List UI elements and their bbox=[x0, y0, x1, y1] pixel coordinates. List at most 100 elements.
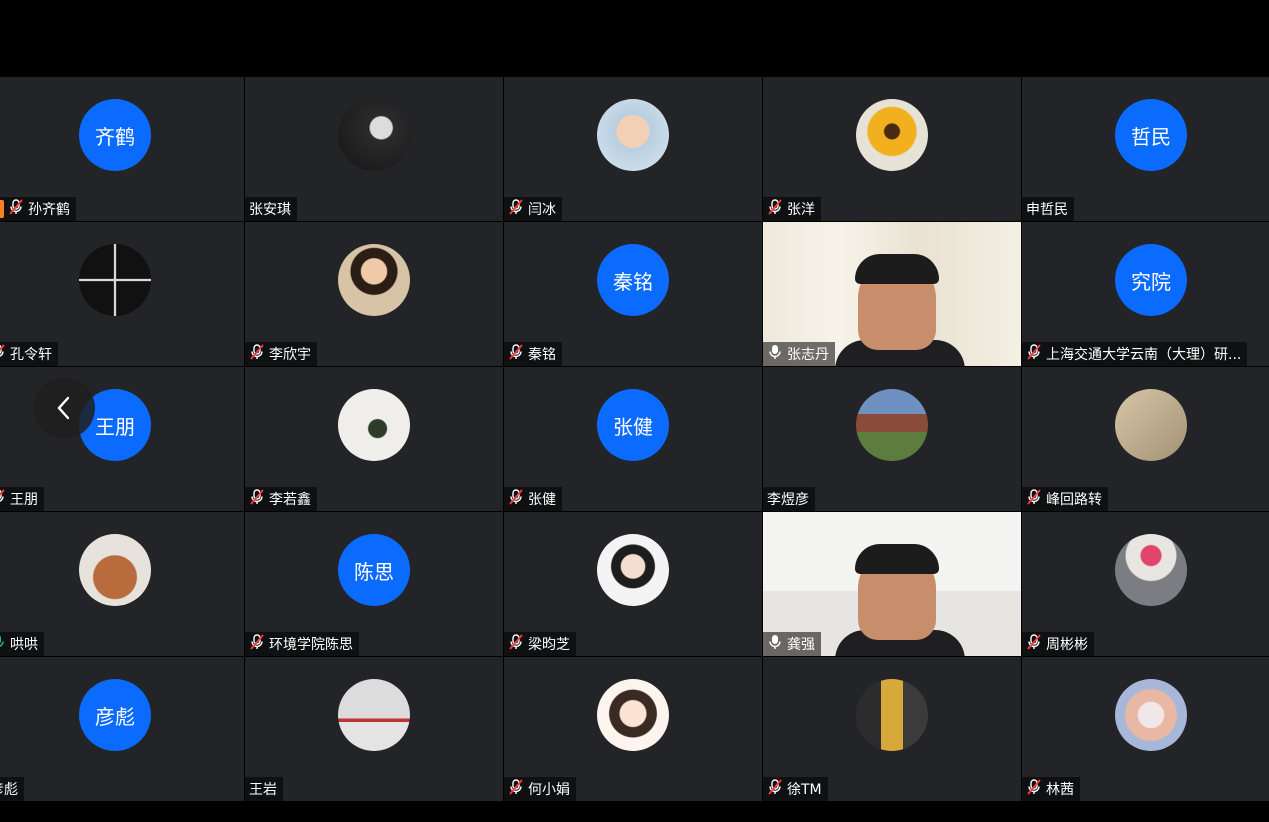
participant-tile[interactable]: 张安琪 bbox=[245, 77, 503, 221]
bottom-bar bbox=[0, 804, 1269, 822]
mic-muted-icon bbox=[1026, 779, 1042, 799]
participant-tile[interactable]: 哄哄 bbox=[0, 512, 244, 656]
name-label-bar: 哄哄 bbox=[0, 632, 44, 656]
name-label-bar: 徐TM bbox=[763, 777, 828, 801]
participant-name: 哄哄 bbox=[10, 637, 38, 653]
participant-tile[interactable]: 李欣宇 bbox=[245, 222, 503, 366]
participant-tile[interactable]: 齐鹤孙齐鹤 bbox=[0, 77, 244, 221]
avatar-photo bbox=[79, 244, 151, 316]
mic-muted-icon bbox=[249, 634, 265, 654]
back-button[interactable] bbox=[33, 377, 95, 439]
participant-tile[interactable]: 王朋 王朋 bbox=[0, 367, 244, 511]
name-label-bar: 峰回路转 bbox=[1022, 487, 1108, 511]
participant-tile[interactable]: 李煜彦 bbox=[763, 367, 1021, 511]
participant-name: 张安琪 bbox=[249, 202, 291, 218]
avatar-photo bbox=[338, 389, 410, 461]
name-label-bar: 孙齐鹤 bbox=[0, 197, 76, 221]
avatar: 陈思 bbox=[338, 534, 410, 606]
participant-tile[interactable]: 哲民 申哲民 bbox=[1022, 77, 1269, 221]
name-label-bar: 彦彪 bbox=[0, 777, 24, 801]
avatar-photo bbox=[597, 534, 669, 606]
avatar: 秦铭 bbox=[597, 244, 669, 316]
chevron-left-icon bbox=[57, 396, 70, 420]
mic-icon bbox=[0, 634, 6, 654]
participant-name: 李欣宇 bbox=[269, 347, 311, 363]
participant-tile[interactable]: 峰回路转 bbox=[1022, 367, 1269, 511]
participant-tile[interactable]: 张健 张健 bbox=[504, 367, 762, 511]
participant-name: 张洋 bbox=[787, 202, 815, 218]
participant-name: 李若鑫 bbox=[269, 492, 311, 508]
name-label-bar: 闫冰 bbox=[504, 197, 562, 221]
avatar-photo bbox=[1115, 534, 1187, 606]
participant-name: 徐TM bbox=[787, 782, 822, 798]
name-label-bar: 孔令轩 bbox=[0, 342, 58, 366]
participant-name: 梁昀芝 bbox=[528, 637, 570, 653]
mic-muted-icon bbox=[767, 199, 783, 219]
mic-muted-icon bbox=[767, 779, 783, 799]
participant-tile[interactable]: 张志丹 bbox=[763, 222, 1021, 366]
participant-name: 张健 bbox=[528, 492, 556, 508]
participant-tile[interactable]: 林茜 bbox=[1022, 657, 1269, 801]
avatar-photo bbox=[338, 244, 410, 316]
name-label-bar: 张洋 bbox=[763, 197, 821, 221]
participant-tile[interactable]: 王岩 bbox=[245, 657, 503, 801]
mic-muted-icon bbox=[1026, 344, 1042, 364]
participant-tile[interactable]: 闫冰 bbox=[504, 77, 762, 221]
avatar-photo bbox=[1115, 389, 1187, 461]
name-label-bar: 李煜彦 bbox=[763, 487, 815, 511]
participant-tile[interactable]: 周彬彬 bbox=[1022, 512, 1269, 656]
participant-name: 秦铭 bbox=[528, 347, 556, 363]
participant-tile[interactable]: 张洋 bbox=[763, 77, 1021, 221]
avatar: 张健 bbox=[597, 389, 669, 461]
mic-icon bbox=[767, 634, 783, 654]
name-label-bar: 王朋 bbox=[0, 487, 44, 511]
participant-tile[interactable]: 究院上海交通大学云南（大理）研... bbox=[1022, 222, 1269, 366]
participant-tile[interactable]: 何小娟 bbox=[504, 657, 762, 801]
participant-name: 何小娟 bbox=[528, 782, 570, 798]
mic-muted-icon bbox=[8, 199, 24, 219]
participant-tile[interactable]: 陈思环境学院陈思 bbox=[245, 512, 503, 656]
participant-tile[interactable]: 李若鑫 bbox=[245, 367, 503, 511]
mic-muted-icon bbox=[0, 489, 6, 509]
avatar-photo bbox=[597, 679, 669, 751]
name-label-bar: 李欣宇 bbox=[245, 342, 317, 366]
participant-grid: 齐鹤 孙齐鹤 张安琪 闫冰 张洋 哲民 申哲民 孔令轩 李欣宇 秦铭 秦铭 张志丹 究院 上海交通大学云南… bbox=[0, 77, 1269, 804]
participant-tile[interactable]: 徐TM bbox=[763, 657, 1021, 801]
avatar: 究院 bbox=[1115, 244, 1187, 316]
name-label-bar: 张健 bbox=[504, 487, 562, 511]
mic-muted-icon bbox=[1026, 489, 1042, 509]
name-label-bar: 上海交通大学云南（大理）研... bbox=[1022, 342, 1248, 366]
name-label-bar: 李若鑫 bbox=[245, 487, 317, 511]
participant-name: 龚强 bbox=[787, 637, 815, 653]
name-label-bar: 环境学院陈思 bbox=[245, 632, 359, 656]
participant-tile[interactable]: 秦铭 秦铭 bbox=[504, 222, 762, 366]
video-person-hair bbox=[855, 254, 939, 284]
participant-tile[interactable]: 梁昀芝 bbox=[504, 512, 762, 656]
mic-muted-icon bbox=[508, 779, 524, 799]
participant-name: 峰回路转 bbox=[1046, 492, 1102, 508]
name-label-bar: 申哲民 bbox=[1022, 197, 1074, 221]
participant-name: 李煜彦 bbox=[767, 492, 809, 508]
avatar-photo bbox=[79, 534, 151, 606]
avatar: 齐鹤 bbox=[79, 99, 151, 171]
avatar-photo bbox=[597, 99, 669, 171]
mic-icon bbox=[767, 344, 783, 364]
participant-name: 王岩 bbox=[249, 782, 277, 798]
avatar-photo bbox=[856, 389, 928, 461]
name-label-bar: 龚强 bbox=[763, 632, 821, 656]
participant-name: 周彬彬 bbox=[1046, 637, 1088, 653]
participant-tile[interactable]: 彦彪彦彪 bbox=[0, 657, 244, 801]
mic-muted-icon bbox=[0, 344, 6, 364]
avatar-photo bbox=[338, 679, 410, 751]
participant-name: 孔令轩 bbox=[10, 347, 52, 363]
name-label-bar: 秦铭 bbox=[504, 342, 562, 366]
participant-tile[interactable]: 孔令轩 bbox=[0, 222, 244, 366]
participant-name: 张志丹 bbox=[787, 347, 829, 363]
participant-name: 闫冰 bbox=[528, 202, 556, 218]
mic-muted-icon bbox=[508, 489, 524, 509]
participant-tile[interactable]: 龚强 bbox=[763, 512, 1021, 656]
name-label-bar: 王岩 bbox=[245, 777, 283, 801]
participant-name: 孙齐鹤 bbox=[28, 202, 70, 218]
name-label-bar: 梁昀芝 bbox=[504, 632, 576, 656]
name-label-bar: 何小娟 bbox=[504, 777, 576, 801]
